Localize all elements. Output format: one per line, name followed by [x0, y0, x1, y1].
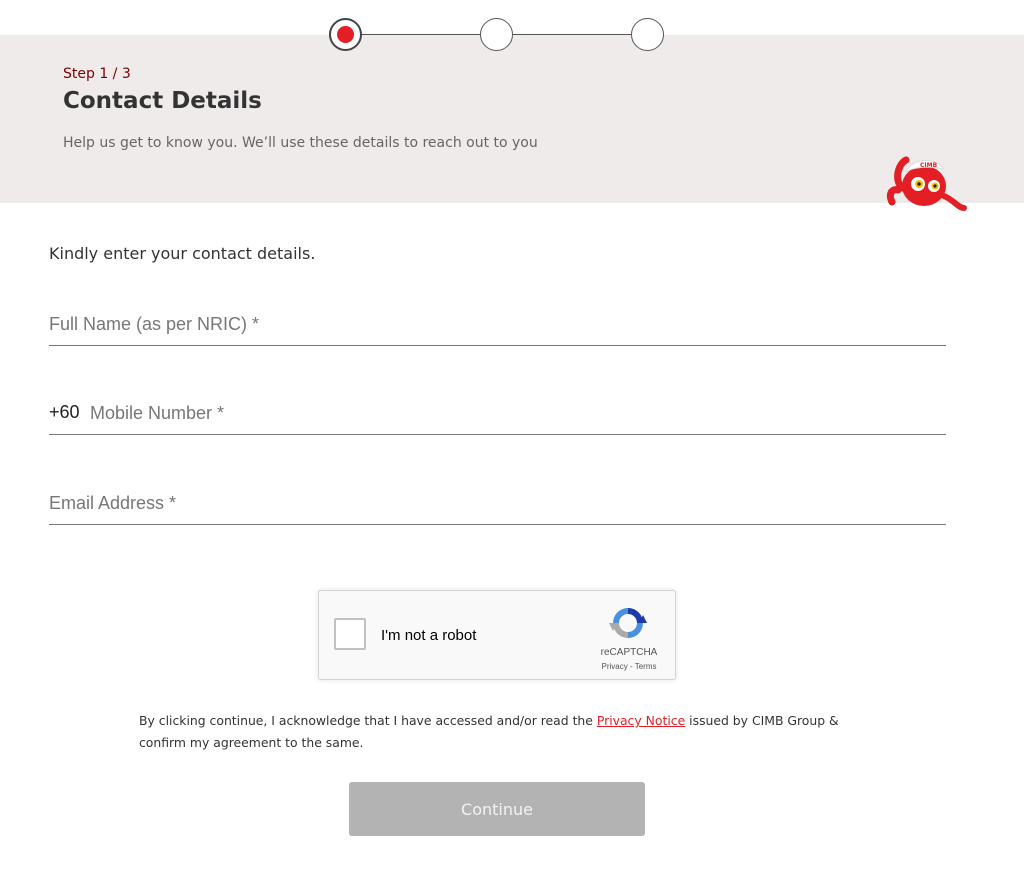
full-name-input[interactable]	[49, 314, 946, 335]
step-indicator-1	[329, 18, 362, 51]
recaptcha-logo-icon	[609, 608, 647, 638]
page-title: Contact Details	[63, 88, 262, 114]
email-input[interactable]	[49, 493, 946, 514]
recaptcha-checkbox[interactable]	[334, 618, 366, 650]
country-code-prefix: +60	[49, 402, 80, 422]
step-label: Step 1 / 3	[63, 66, 131, 82]
stepper-connector	[513, 34, 631, 35]
form-intro-text: Kindly enter your contact details.	[49, 244, 316, 263]
mobile-number-input[interactable]	[90, 403, 946, 424]
continue-button[interactable]: Continue	[349, 782, 645, 836]
recaptcha-terms-link[interactable]: Terms	[635, 662, 657, 671]
email-field	[49, 479, 946, 525]
full-name-field	[49, 300, 946, 346]
step-indicator-2	[480, 18, 513, 51]
disclaimer-text-before: By clicking continue, I acknowledge that…	[139, 713, 597, 728]
header-band	[0, 35, 1024, 203]
consent-disclaimer: By clicking continue, I acknowledge that…	[139, 710, 859, 754]
recaptcha-links: Privacy - Terms	[591, 662, 667, 671]
page-subtitle: Help us get to know you. We’ll use these…	[63, 135, 538, 151]
stepper-connector	[362, 34, 480, 35]
active-step-dot	[337, 26, 354, 43]
octopus-mascot-icon: CIMB	[886, 156, 967, 211]
progress-stepper	[329, 18, 665, 52]
recaptcha-label: I'm not a robot	[381, 627, 477, 644]
privacy-notice-link[interactable]: Privacy Notice	[597, 713, 685, 728]
mobile-number-field: +60	[49, 389, 946, 435]
recaptcha-privacy-link[interactable]: Privacy	[602, 662, 628, 671]
recaptcha-widget: I'm not a robot reCAPTCHA Privacy - Term…	[318, 590, 676, 680]
recaptcha-link-separator: -	[627, 662, 635, 671]
recaptcha-brand: reCAPTCHA	[600, 647, 658, 658]
step-indicator-3	[631, 18, 664, 51]
svg-text:CIMB: CIMB	[920, 162, 938, 169]
